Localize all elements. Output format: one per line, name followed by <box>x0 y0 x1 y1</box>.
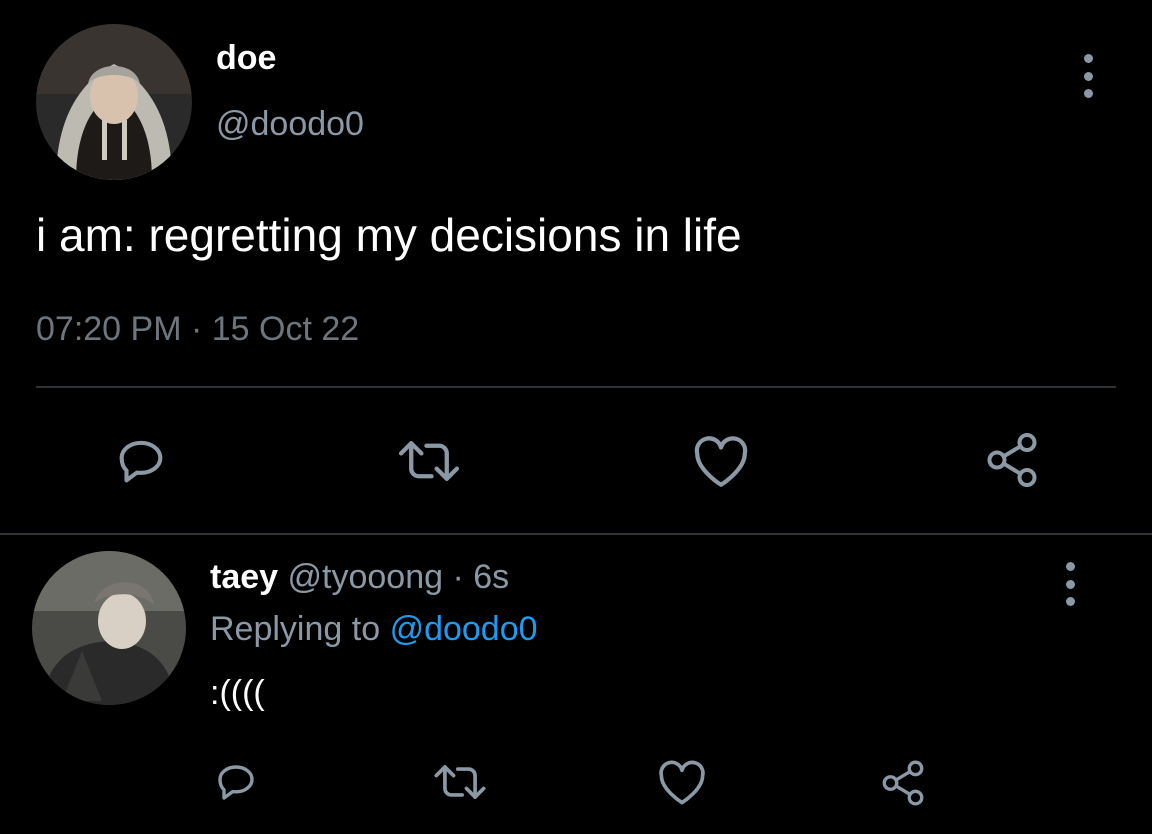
reply-icon <box>218 765 254 800</box>
reply-button[interactable] <box>110 430 172 492</box>
display-name[interactable]: taey <box>210 558 278 596</box>
user-handle[interactable]: @tyooong <box>288 558 444 596</box>
reply-icon <box>119 440 163 483</box>
mention-link[interactable]: @doodo0 <box>390 610 538 648</box>
more-options-button[interactable] <box>1078 54 1098 98</box>
heart-icon <box>694 436 748 487</box>
divider <box>0 533 1152 535</box>
more-vertical-icon <box>1083 54 1093 63</box>
retweet-icon <box>434 765 486 799</box>
like-button[interactable] <box>688 430 754 492</box>
divider <box>36 386 1116 388</box>
tweet-text: i am: regretting my decisions in life <box>36 209 742 261</box>
separator-dot: · <box>452 558 464 596</box>
time-ago[interactable]: 6s <box>473 558 509 596</box>
share-icon <box>987 433 1037 487</box>
avatar[interactable] <box>32 551 186 705</box>
share-button[interactable] <box>980 428 1044 492</box>
more-options-button[interactable] <box>1060 562 1080 606</box>
separator-dot: · <box>190 310 203 348</box>
more-vertical-icon <box>1065 562 1075 571</box>
tweet-date: 15 Oct 22 <box>211 310 360 348</box>
tweet-time: 07:20 PM <box>36 310 182 348</box>
user-handle[interactable]: @doodo0 <box>216 104 364 144</box>
display-name[interactable]: doe <box>216 38 276 78</box>
reply-text: :(((( <box>210 674 265 712</box>
avatar[interactable] <box>36 24 192 180</box>
heart-icon <box>659 760 705 805</box>
tweet-timestamp[interactable]: 07:20 PM · 15 Oct 22 <box>36 308 359 350</box>
reply-button[interactable] <box>210 756 262 808</box>
retweet-button[interactable] <box>394 430 464 492</box>
retweet-button[interactable] <box>430 756 490 808</box>
main-tweet: doe @doodo0 i am: regretting my decision… <box>0 0 1152 533</box>
reply-header: taey @tyooong · 6s <box>210 556 509 598</box>
replying-prefix: Replying to <box>210 610 381 648</box>
replying-to: Replying to @doodo0 <box>210 608 538 650</box>
like-button[interactable] <box>654 756 710 808</box>
retweet-icon <box>398 441 460 481</box>
share-icon <box>882 760 924 806</box>
share-button[interactable] <box>876 756 930 810</box>
